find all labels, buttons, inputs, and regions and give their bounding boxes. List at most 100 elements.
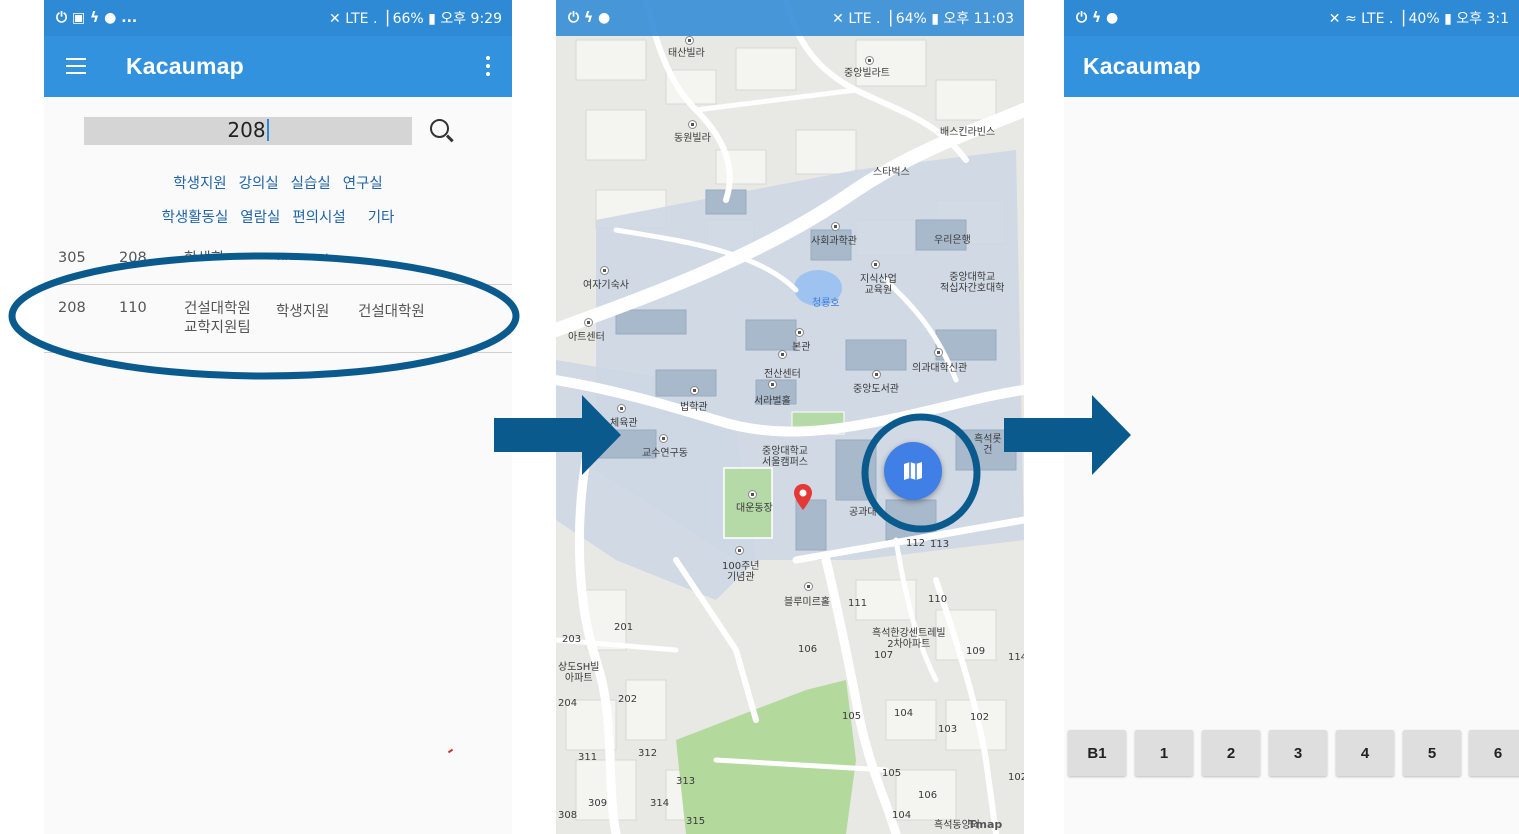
map-label: 112 [906, 538, 926, 549]
room-category: 학생지원 [276, 304, 330, 320]
phone-map-screen: ⏻ ϟ ● ✕ LTE .▕ 64% ▮ 오후 11:03 태산빌라 중앙빌라트… [556, 0, 1024, 834]
map-label: 흑석한강센트레빌 2차아파트 [872, 628, 946, 650]
poi-marker[interactable] [804, 582, 813, 591]
map-label: 201 [614, 622, 634, 633]
category-student-activity[interactable]: 학생활동실 [162, 206, 229, 227]
phone-floor-screen: ⏻ ϟ ● ✕ ≈ LTE .▕ 40% ▮ 오후 3:1 Kacaumap B… [1064, 0, 1519, 834]
poi-marker[interactable] [934, 348, 943, 357]
map-label: 아트센터 [568, 332, 605, 343]
poi-marker[interactable] [617, 404, 626, 413]
map-label: 우리은행 [934, 235, 971, 246]
poi-marker[interactable] [778, 350, 787, 359]
map-label: 104 [894, 708, 914, 719]
poi-marker[interactable] [685, 36, 694, 45]
phone-search-screen: ⏻ ▣ ϟ ● ... ✕ LTE .▕ 66% ▮ 오후 9:29 Kacau… [44, 0, 512, 834]
map-label: 사회과학관 [811, 236, 857, 247]
campus-map[interactable] [556, 0, 1024, 834]
poi-marker[interactable] [748, 490, 757, 499]
map-label: 공과대 [849, 507, 877, 518]
status-bar: ⏻ ▣ ϟ ● ... ✕ LTE .▕ 66% ▮ 오후 9:29 [44, 0, 512, 36]
poi-marker[interactable] [831, 222, 840, 231]
poi-marker[interactable] [735, 546, 744, 555]
poi-marker[interactable] [688, 120, 697, 129]
map-label: 311 [578, 752, 598, 763]
poi-marker[interactable] [768, 380, 777, 389]
status-info: ✕ LTE .▕ 64% ▮ 오후 11:03 [832, 11, 1014, 27]
building-number: 110 [119, 300, 147, 316]
search-input[interactable]: 208 [84, 117, 412, 145]
map-label: 의과대학신관 [912, 363, 968, 374]
search-button[interactable] [427, 116, 457, 146]
poi-marker[interactable] [600, 266, 609, 275]
map-label: 110 [928, 594, 948, 605]
floor-button-3[interactable]: 3 [1269, 730, 1327, 776]
floor-button-5[interactable]: 5 [1403, 730, 1461, 776]
map-label: 상도SH빌 아파트 [558, 662, 600, 684]
floor-button-1[interactable]: 1 [1135, 730, 1193, 776]
map-label: 전산센터 [764, 369, 801, 380]
location-pin-icon[interactable] [794, 484, 812, 510]
status-icons: ⏻ ϟ ● [568, 10, 611, 26]
map-label: 법학관 [680, 402, 708, 413]
more-options-icon[interactable] [486, 56, 490, 80]
category-lab[interactable]: 실습실 [291, 172, 331, 193]
poi-marker[interactable] [865, 56, 874, 65]
app-bar: Kacaumap [44, 36, 512, 97]
category-row-1: 학생지원 강의실 실습실 연구실 [44, 172, 512, 193]
map-label: 흑석롯 건 [974, 434, 1002, 456]
category-lecture-room[interactable]: 강의실 [239, 172, 279, 193]
map-label: 312 [638, 748, 658, 759]
floor-button-4[interactable]: 4 [1336, 730, 1394, 776]
floor-selector: B1 1 2 3 4 5 6 [1064, 730, 1519, 776]
floor-button-2[interactable]: 2 [1202, 730, 1260, 776]
map-label: 314 [650, 798, 670, 809]
map-label: 지식산업 교육원 [860, 274, 897, 296]
category-convenience[interactable]: 편의시설 [292, 206, 345, 227]
poi-marker[interactable] [690, 386, 699, 395]
map-label: 111 [848, 598, 868, 609]
map-label: 102 [970, 712, 990, 723]
indoor-map-button[interactable] [884, 442, 942, 500]
map-label: 107 [874, 650, 894, 661]
table-row[interactable]: 208 110 건설대학원 교학지원팀 학생지원 건설대학원 [44, 300, 512, 350]
map-label: 서라벌홀 [754, 396, 791, 407]
category-reading-room[interactable]: 열람실 [240, 206, 280, 227]
category-student-support[interactable]: 학생지원 [173, 172, 226, 193]
map-label: 103 [938, 724, 958, 735]
map-label: 동원빌라 [674, 133, 711, 144]
map-icon [904, 462, 922, 480]
poi-marker[interactable] [795, 328, 804, 337]
map-label: 102 [1008, 772, 1024, 783]
composite-figure: ⏻ ▣ ϟ ● ... ✕ LTE .▕ 66% ▮ 오후 9:29 Kacau… [0, 0, 1519, 834]
app-title: Kacaumap [1083, 53, 1201, 79]
poi-marker[interactable] [659, 434, 668, 443]
room-name: 건설대학원 교학지원팀 [184, 301, 251, 336]
map-label: 중앙대학교 적십자간호대학 [940, 272, 1005, 294]
text-caret [266, 119, 269, 141]
map-label: 313 [676, 776, 696, 787]
map-label: 스타벅스 [873, 167, 910, 178]
building-name: 건설대학원 [358, 304, 425, 320]
category-research-room[interactable]: 연구실 [343, 172, 383, 193]
row-divider [44, 352, 512, 353]
map-label: 104 [892, 810, 912, 821]
status-info: ✕ LTE .▕ 66% ▮ 오후 9:29 [329, 11, 502, 27]
poi-marker[interactable] [871, 260, 880, 269]
poi-marker[interactable] [584, 318, 593, 327]
map-label: 105 [842, 711, 862, 722]
map-label: 315 [686, 816, 706, 827]
row-divider [44, 284, 512, 285]
poi-marker[interactable] [872, 370, 881, 379]
map-label: 중앙도서관 [853, 384, 899, 395]
floor-button-6[interactable]: 6 [1469, 730, 1519, 776]
map-label: 태산빌라 [668, 48, 705, 59]
table-row[interactable]: 305 208 학생회 학생지원 [44, 248, 512, 268]
category-etc[interactable]: 기타 [368, 206, 395, 227]
menu-icon[interactable] [66, 58, 86, 74]
status-icons: ⏻ ▣ ϟ ● ... [56, 10, 138, 26]
floor-button-b1[interactable]: B1 [1068, 730, 1126, 776]
map-label: 100주년 기념관 [722, 561, 760, 583]
status-icons: ⏻ ϟ ● [1076, 10, 1119, 26]
category-row-2: 학생활동실 열람실 편의시설 기타 [44, 206, 512, 227]
status-bar: ⏻ ϟ ● ✕ ≈ LTE .▕ 40% ▮ 오후 3:1 [1064, 0, 1519, 36]
